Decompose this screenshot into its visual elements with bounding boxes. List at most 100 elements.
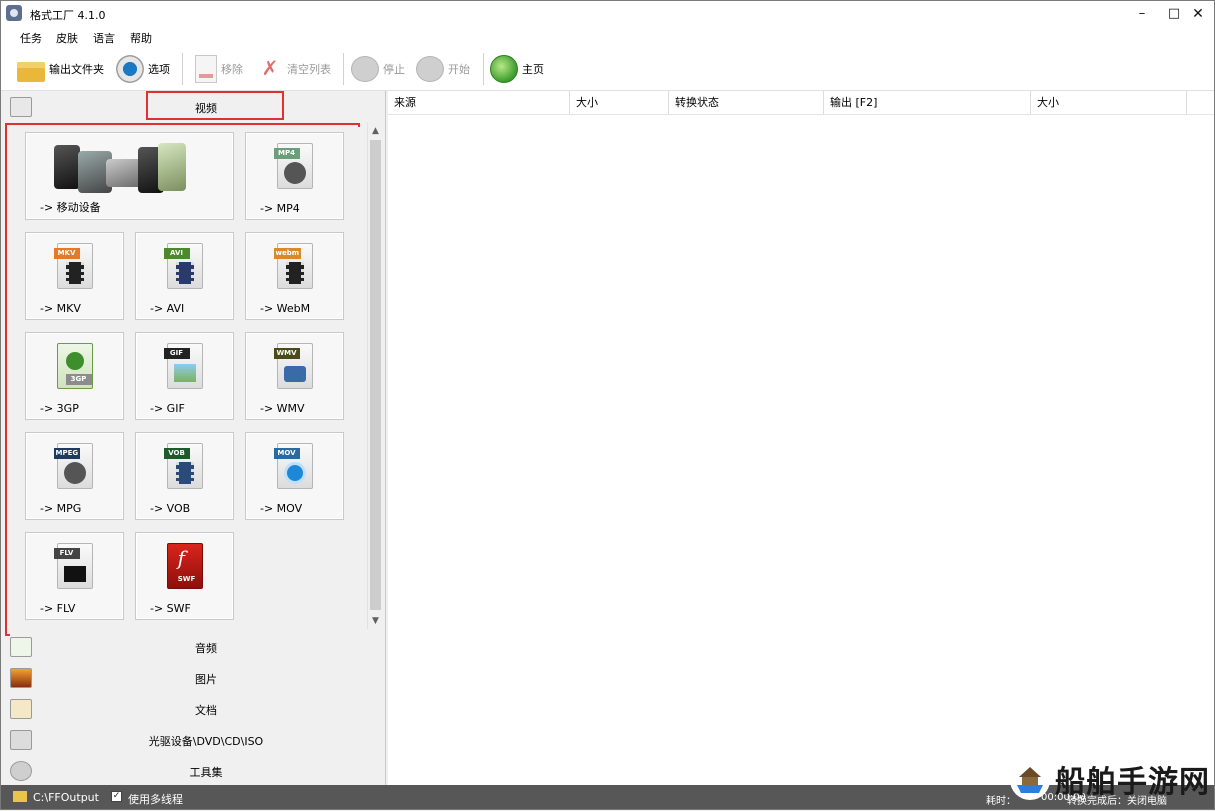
menu-help[interactable]: 帮助 bbox=[130, 30, 152, 46]
tile-mkv[interactable]: MKV -> MKV bbox=[25, 232, 124, 320]
toolbar-divider bbox=[182, 53, 183, 85]
column-output-size[interactable]: 大小 bbox=[1031, 91, 1187, 115]
tile-label: -> WMV bbox=[260, 402, 305, 415]
category-document[interactable]: 文档 bbox=[1, 693, 386, 724]
scroll-thumb[interactable] bbox=[370, 140, 381, 610]
tile-vob[interactable]: VOB -> VOB bbox=[135, 432, 234, 520]
swf-file-icon: SWF f bbox=[166, 543, 203, 589]
wmv-file-icon: WMV bbox=[273, 343, 313, 389]
category-image[interactable]: 图片 bbox=[1, 662, 386, 693]
remove-label: 移除 bbox=[221, 63, 243, 76]
mobile-devices-icon bbox=[54, 141, 206, 199]
close-button[interactable]: ✕ bbox=[1182, 1, 1214, 27]
title-bar: 格式工厂 4.1.0 – □ ✕ bbox=[1, 1, 1214, 27]
home-button[interactable]: 主页 bbox=[490, 53, 544, 85]
play-icon bbox=[416, 56, 444, 82]
tile-label: -> 3GP bbox=[40, 402, 79, 415]
output-folder-label: 输出文件夹 bbox=[49, 63, 104, 76]
tile-wmv[interactable]: WMV -> WMV bbox=[245, 332, 344, 420]
optical-category-label: 光驱设备\DVD\CD\ISO bbox=[148, 735, 264, 748]
category-optical-drive[interactable]: 光驱设备\DVD\CD\ISO bbox=[1, 724, 386, 755]
app-window: 格式工厂 4.1.0 – □ ✕ 任务 皮肤 语言 帮助 输出文件夹 选项 移除… bbox=[0, 0, 1215, 810]
home-label: 主页 bbox=[522, 63, 544, 76]
toolbar: 输出文件夹 选项 移除 ✗ 清空列表 停止 开始 主页 bbox=[1, 47, 1214, 91]
stop-button[interactable]: 停止 bbox=[351, 53, 405, 85]
menu-bar: 任务 皮肤 语言 帮助 bbox=[1, 27, 1214, 47]
webm-file-icon: webm bbox=[273, 243, 313, 289]
mkv-file-icon: MKV bbox=[53, 243, 93, 289]
tile-3gp[interactable]: 3GP -> 3GP bbox=[25, 332, 124, 420]
tile-flv[interactable]: FLV -> FLV bbox=[25, 532, 124, 620]
tile-mp4[interactable]: MP4 -> MP4 bbox=[245, 132, 344, 220]
task-list[interactable]: 来源 大小 转换状态 输出 [F2] 大小 bbox=[388, 91, 1214, 785]
highlight-box bbox=[146, 91, 284, 120]
scroll-up-icon[interactable]: ▲ bbox=[368, 123, 383, 139]
watermark: 船舶手游网 bbox=[1005, 753, 1215, 811]
video-format-grid: -> 移动设备 MP4 -> MP4 MKV -> MKV AVI -> AVI… bbox=[10, 127, 367, 637]
options-button[interactable]: 选项 bbox=[116, 53, 170, 85]
output-folder-button[interactable]: 输出文件夹 bbox=[17, 53, 104, 85]
scroll-down-icon[interactable]: ▼ bbox=[368, 613, 383, 629]
tile-swf[interactable]: SWF f -> SWF bbox=[135, 532, 234, 620]
tile-label: -> MOV bbox=[260, 502, 303, 515]
window-title: 格式工厂 4.1.0 bbox=[30, 9, 106, 22]
image-category-label: 图片 bbox=[195, 673, 217, 686]
toolbox-category-label: 工具集 bbox=[189, 766, 223, 779]
vob-file-icon: VOB bbox=[163, 443, 203, 489]
output-path[interactable]: C:\FFOutput bbox=[33, 791, 99, 804]
tile-label: -> GIF bbox=[150, 402, 185, 415]
tile-webm[interactable]: webm -> WebM bbox=[245, 232, 344, 320]
menu-skin[interactable]: 皮肤 bbox=[56, 30, 78, 46]
tile-avi[interactable]: AVI -> AVI bbox=[135, 232, 234, 320]
document-category-label: 文档 bbox=[195, 704, 217, 717]
options-label: 选项 bbox=[148, 63, 170, 76]
gear-icon bbox=[116, 55, 144, 83]
column-output[interactable]: 输出 [F2] bbox=[824, 91, 1031, 115]
stop-label: 停止 bbox=[383, 63, 405, 76]
tile-label: -> MPG bbox=[40, 502, 82, 515]
column-status[interactable]: 转换状态 bbox=[669, 91, 824, 115]
start-label: 开始 bbox=[448, 63, 470, 76]
tile-label: -> WebM bbox=[260, 302, 311, 315]
tile-mpg[interactable]: MPEG -> MPG bbox=[25, 432, 124, 520]
avi-file-icon: AVI bbox=[163, 243, 203, 289]
tile-label: -> MP4 bbox=[260, 202, 300, 215]
tile-label: -> 移动设备 bbox=[40, 201, 101, 214]
column-source[interactable]: 来源 bbox=[388, 91, 570, 115]
column-size[interactable]: 大小 bbox=[570, 91, 669, 115]
mp4-file-icon: MP4 bbox=[273, 143, 313, 189]
multithread-checkbox[interactable]: ✓ bbox=[111, 791, 122, 802]
category-panel: 视频 -> 移动设备 MP4 -> MP4 MKV -> MKV AVI -> … bbox=[1, 91, 386, 785]
tile-label: -> MKV bbox=[40, 302, 81, 315]
clear-icon: ✗ bbox=[261, 56, 279, 80]
menu-task[interactable]: 任务 bbox=[20, 30, 42, 46]
watermark-text: 船舶手游网 bbox=[1055, 765, 1210, 800]
category-toolbox[interactable]: 工具集 bbox=[1, 755, 386, 786]
tile-mov[interactable]: MOV -> MOV bbox=[245, 432, 344, 520]
tile-label: -> FLV bbox=[40, 602, 76, 615]
tile-mobile-device[interactable]: -> 移动设备 bbox=[25, 132, 234, 220]
gif-file-icon: GIF bbox=[163, 343, 203, 389]
remove-icon bbox=[195, 55, 217, 83]
category-audio[interactable]: 音频 bbox=[1, 631, 386, 662]
grid-scrollbar[interactable]: ▲ ▼ bbox=[367, 123, 382, 629]
clear-list-label: 清空列表 bbox=[287, 63, 331, 76]
app-logo-icon bbox=[6, 5, 22, 21]
tile-gif[interactable]: GIF -> GIF bbox=[135, 332, 234, 420]
start-button[interactable]: 开始 bbox=[416, 53, 470, 85]
menu-language[interactable]: 语言 bbox=[93, 30, 115, 46]
tile-label: -> AVI bbox=[150, 302, 185, 315]
audio-category-label: 音频 bbox=[195, 642, 217, 655]
multithread-label: 使用多线程 bbox=[128, 793, 183, 806]
clear-list-button[interactable]: ✗ 清空列表 bbox=[257, 53, 331, 85]
remove-button[interactable]: 移除 bbox=[191, 53, 243, 85]
minimize-button[interactable]: – bbox=[1126, 1, 1158, 27]
mpeg-file-icon: MPEG bbox=[53, 443, 93, 489]
toolbar-divider bbox=[483, 53, 484, 85]
flv-file-icon: FLV bbox=[53, 543, 93, 589]
column-filler bbox=[1187, 91, 1214, 115]
mov-file-icon: MOV bbox=[273, 443, 313, 489]
tile-label: -> SWF bbox=[150, 602, 191, 615]
3gp-file-icon: 3GP bbox=[56, 343, 93, 389]
folder-icon[interactable] bbox=[13, 791, 27, 802]
